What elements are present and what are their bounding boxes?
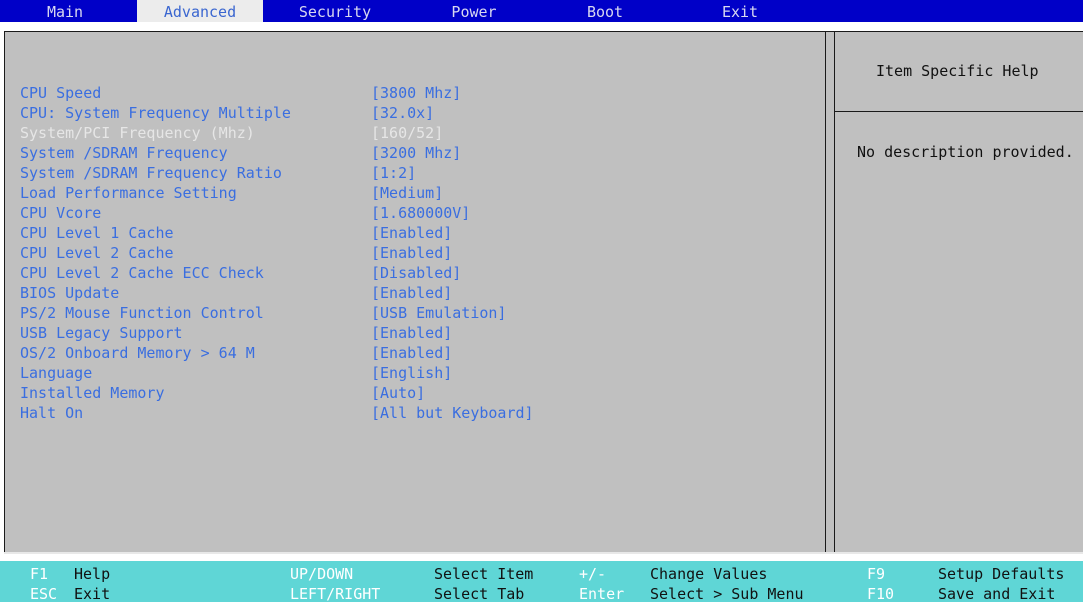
key-f10-desc: Save and Exit bbox=[938, 585, 1056, 603]
key-esc-desc: Exit bbox=[74, 585, 111, 603]
key-left-right: LEFT/RIGHT bbox=[290, 585, 381, 603]
key-esc: ESC bbox=[30, 585, 58, 603]
key-f10: F10 bbox=[867, 585, 895, 603]
setting-label: CPU Vcore bbox=[20, 204, 102, 222]
tab-power[interactable]: Power bbox=[436, 0, 512, 22]
key-up-down-desc: Select Item bbox=[434, 565, 534, 583]
setting-cpu-speed[interactable]: CPU Speed [3800 Mhz] bbox=[20, 83, 461, 103]
setting-label: System/PCI Frequency (Mhz) bbox=[20, 124, 255, 142]
tab-boot[interactable]: Boot bbox=[570, 0, 640, 22]
key-f9: F9 bbox=[867, 565, 886, 583]
setting-value[interactable]: [Auto] bbox=[371, 383, 425, 403]
key-plus-minus: +/- bbox=[579, 565, 607, 583]
status-bar: F1 Help ESC Exit UP/DOWN Select Item LEF… bbox=[0, 561, 1083, 603]
tab-advanced[interactable]: Advanced bbox=[137, 0, 263, 22]
setting-label: Load Performance Setting bbox=[20, 184, 237, 202]
setting-label: Halt On bbox=[20, 404, 84, 422]
key-f1-desc: Help bbox=[74, 565, 111, 583]
setting-value[interactable]: [3200 Mhz] bbox=[371, 143, 461, 163]
setting-label: USB Legacy Support bbox=[20, 324, 183, 342]
key-left-right-desc: Select Tab bbox=[434, 585, 525, 603]
help-panel-title: Item Specific Help bbox=[876, 62, 1039, 80]
setting-value[interactable]: [3800 Mhz] bbox=[371, 83, 461, 103]
panel-divider bbox=[825, 32, 826, 553]
tab-bar: Main Advanced Security Power Boot Exit bbox=[0, 0, 1083, 22]
setting-installed-memory[interactable]: Installed Memory [Auto] bbox=[20, 383, 425, 403]
setting-label: OS/2 Onboard Memory > 64 M bbox=[20, 344, 255, 362]
setting-cpu-vcore[interactable]: CPU Vcore [1.680000V] bbox=[20, 203, 470, 223]
setting-value[interactable]: [Disabled] bbox=[371, 263, 461, 283]
setting-cpu-frequency-multiple[interactable]: CPU: System Frequency Multiple [32.0x] bbox=[20, 103, 434, 123]
key-up-down: UP/DOWN bbox=[290, 565, 354, 583]
setting-ps2-mouse[interactable]: PS/2 Mouse Function Control [USB Emulatio… bbox=[20, 303, 506, 323]
setting-label: Installed Memory bbox=[20, 384, 165, 402]
setting-label: System /SDRAM Frequency Ratio bbox=[20, 164, 282, 182]
setting-value[interactable]: [English] bbox=[371, 363, 452, 383]
key-enter-desc: Select > Sub Menu bbox=[650, 585, 804, 603]
setting-sdram-frequency-ratio[interactable]: System /SDRAM Frequency Ratio [1:2] bbox=[20, 163, 416, 183]
setting-cpu-l1-cache[interactable]: CPU Level 1 Cache [Enabled] bbox=[20, 223, 452, 243]
setting-os2-memory[interactable]: OS/2 Onboard Memory > 64 M [Enabled] bbox=[20, 343, 452, 363]
setting-value[interactable]: [1.680000V] bbox=[371, 203, 470, 223]
key-enter: Enter bbox=[579, 585, 625, 603]
setting-value[interactable]: [Enabled] bbox=[371, 283, 452, 303]
setting-language[interactable]: Language [English] bbox=[20, 363, 452, 383]
tab-main[interactable]: Main bbox=[27, 0, 103, 22]
setting-bios-update[interactable]: BIOS Update [Enabled] bbox=[20, 283, 452, 303]
key-plus-minus-desc: Change Values bbox=[650, 565, 768, 583]
setting-value[interactable]: [32.0x] bbox=[371, 103, 434, 123]
setting-label: Language bbox=[20, 364, 93, 382]
setting-system-pci-frequency: System/PCI Frequency (Mhz) [160/52] bbox=[20, 123, 443, 143]
setting-label: System /SDRAM Frequency bbox=[20, 144, 228, 162]
setting-value[interactable]: [Enabled] bbox=[371, 223, 452, 243]
tab-security[interactable]: Security bbox=[283, 0, 387, 22]
setting-label: PS/2 Mouse Function Control bbox=[20, 304, 264, 322]
setting-usb-legacy[interactable]: USB Legacy Support [Enabled] bbox=[20, 323, 452, 343]
setting-sdram-frequency[interactable]: System /SDRAM Frequency [3200 Mhz] bbox=[20, 143, 461, 163]
help-separator bbox=[835, 111, 1083, 112]
setting-value[interactable]: [Medium] bbox=[371, 183, 443, 203]
key-f9-desc: Setup Defaults bbox=[938, 565, 1065, 583]
setting-load-performance[interactable]: Load Performance Setting [Medium] bbox=[20, 183, 443, 203]
setting-value[interactable]: [Enabled] bbox=[371, 243, 452, 263]
setting-value[interactable]: [All but Keyboard] bbox=[371, 403, 534, 423]
panel-bottom-edge bbox=[4, 552, 1083, 554]
help-panel-text: No description provided. bbox=[857, 143, 1074, 161]
tab-exit[interactable]: Exit bbox=[705, 0, 775, 22]
setting-value[interactable]: [Enabled] bbox=[371, 343, 452, 363]
setting-cpu-l2-cache[interactable]: CPU Level 2 Cache [Enabled] bbox=[20, 243, 452, 263]
setting-value[interactable]: [1:2] bbox=[371, 163, 416, 183]
setting-label: CPU Level 2 Cache ECC Check bbox=[20, 264, 264, 282]
setting-value[interactable]: [USB Emulation] bbox=[371, 303, 506, 323]
setting-value[interactable]: [Enabled] bbox=[371, 323, 452, 343]
setting-value: [160/52] bbox=[371, 124, 444, 142]
setting-cpu-l2-ecc[interactable]: CPU Level 2 Cache ECC Check [Disabled] bbox=[20, 263, 461, 283]
setting-label: BIOS Update bbox=[20, 284, 120, 302]
setting-label: CPU Speed bbox=[20, 84, 102, 102]
setting-label: CPU Level 2 Cache bbox=[20, 244, 174, 262]
setting-halt-on[interactable]: Halt On [All but Keyboard] bbox=[20, 403, 534, 423]
setting-label: CPU: System Frequency Multiple bbox=[20, 104, 291, 122]
setting-label: CPU Level 1 Cache bbox=[20, 224, 174, 242]
key-f1: F1 bbox=[30, 565, 49, 583]
